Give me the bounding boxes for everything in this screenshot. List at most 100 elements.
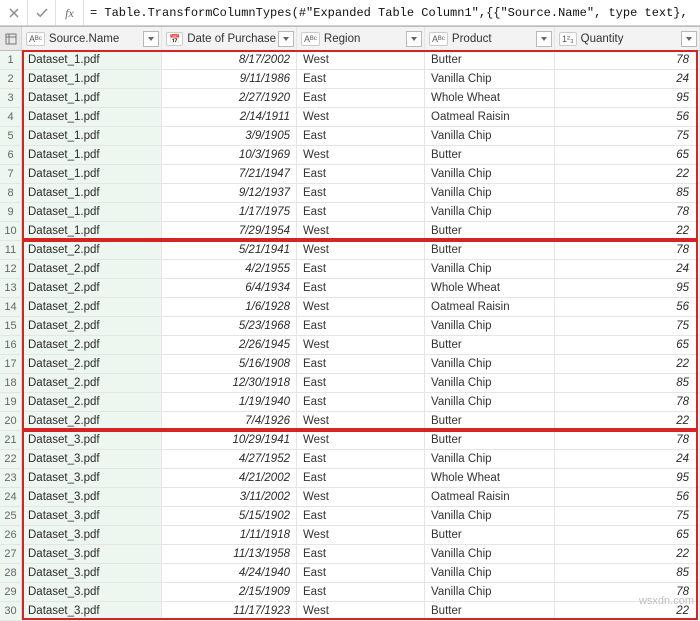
filter-button[interactable] (406, 31, 422, 47)
row-number[interactable]: 23 (0, 469, 22, 487)
cell-source[interactable]: Dataset_2.pdf (22, 317, 162, 335)
cell-region[interactable]: West (297, 526, 425, 544)
table-row[interactable]: 18Dataset_2.pdf12/30/1918EastVanilla Chi… (0, 374, 700, 393)
cell-source[interactable]: Dataset_3.pdf (22, 526, 162, 544)
row-number[interactable]: 14 (0, 298, 22, 316)
cell-product[interactable]: Vanilla Chip (425, 583, 555, 601)
cell-quantity[interactable]: 85 (555, 184, 700, 202)
table-row[interactable]: 13Dataset_2.pdf6/4/1934EastWhole Wheat95 (0, 279, 700, 298)
cell-product[interactable]: Whole Wheat (425, 279, 555, 297)
cell-region[interactable]: West (297, 412, 425, 430)
table-row[interactable]: 28Dataset_3.pdf4/24/1940EastVanilla Chip… (0, 564, 700, 583)
cell-date[interactable]: 5/15/1902 (162, 507, 297, 525)
cell-product[interactable]: Vanilla Chip (425, 393, 555, 411)
cell-date[interactable]: 5/16/1908 (162, 355, 297, 373)
cell-region[interactable]: East (297, 564, 425, 582)
cell-date[interactable]: 5/23/1968 (162, 317, 297, 335)
cell-product[interactable]: Vanilla Chip (425, 450, 555, 468)
table-row[interactable]: 30Dataset_3.pdf11/17/1923WestButter22 (0, 602, 700, 621)
cell-date[interactable]: 3/11/2002 (162, 488, 297, 506)
cell-quantity[interactable]: 22 (555, 602, 700, 620)
row-number[interactable]: 30 (0, 602, 22, 620)
cell-product[interactable]: Vanilla Chip (425, 165, 555, 183)
cell-quantity[interactable]: 22 (555, 412, 700, 430)
row-number[interactable]: 20 (0, 412, 22, 430)
cell-region[interactable]: East (297, 355, 425, 373)
table-row[interactable]: 24Dataset_3.pdf3/11/2002WestOatmeal Rais… (0, 488, 700, 507)
cell-region[interactable]: West (297, 298, 425, 316)
row-number[interactable]: 19 (0, 393, 22, 411)
table-row[interactable]: 5Dataset_1.pdf3/9/1905EastVanilla Chip75 (0, 127, 700, 146)
column-header-date[interactable]: 📅 Date of Purchase (162, 27, 297, 50)
cell-product[interactable]: Butter (425, 146, 555, 164)
row-number[interactable]: 11 (0, 241, 22, 259)
cell-product[interactable]: Oatmeal Raisin (425, 108, 555, 126)
cell-product[interactable]: Oatmeal Raisin (425, 298, 555, 316)
table-row[interactable]: 21Dataset_3.pdf10/29/1941WestButter78 (0, 431, 700, 450)
cell-quantity[interactable]: 24 (555, 70, 700, 88)
cell-region[interactable]: East (297, 70, 425, 88)
row-number[interactable]: 28 (0, 564, 22, 582)
cell-quantity[interactable]: 56 (555, 108, 700, 126)
cell-product[interactable]: Butter (425, 602, 555, 620)
cell-date[interactable]: 6/4/1934 (162, 279, 297, 297)
row-number[interactable]: 16 (0, 336, 22, 354)
table-row[interactable]: 27Dataset_3.pdf11/13/1958EastVanilla Chi… (0, 545, 700, 564)
row-number[interactable]: 8 (0, 184, 22, 202)
cell-quantity[interactable]: 78 (555, 241, 700, 259)
cell-date[interactable]: 12/30/1918 (162, 374, 297, 392)
cell-source[interactable]: Dataset_1.pdf (22, 184, 162, 202)
row-number[interactable]: 18 (0, 374, 22, 392)
cell-source[interactable]: Dataset_3.pdf (22, 488, 162, 506)
cell-quantity[interactable]: 22 (555, 165, 700, 183)
cell-region[interactable]: West (297, 336, 425, 354)
table-row[interactable]: 22Dataset_3.pdf4/27/1952EastVanilla Chip… (0, 450, 700, 469)
cell-region[interactable]: East (297, 507, 425, 525)
cell-date[interactable]: 2/14/1911 (162, 108, 297, 126)
cell-quantity[interactable]: 22 (555, 355, 700, 373)
cell-region[interactable]: East (297, 545, 425, 563)
table-row[interactable]: 17Dataset_2.pdf5/16/1908EastVanilla Chip… (0, 355, 700, 374)
cell-region[interactable]: East (297, 260, 425, 278)
row-number[interactable]: 7 (0, 165, 22, 183)
cell-quantity[interactable]: 95 (555, 469, 700, 487)
cell-date[interactable]: 1/17/1975 (162, 203, 297, 221)
cell-date[interactable]: 1/6/1928 (162, 298, 297, 316)
table-row[interactable]: 1Dataset_1.pdf8/17/2002WestButter78 (0, 51, 700, 70)
row-number[interactable]: 17 (0, 355, 22, 373)
cell-date[interactable]: 10/29/1941 (162, 431, 297, 449)
cell-region[interactable]: East (297, 127, 425, 145)
cell-quantity[interactable]: 75 (555, 507, 700, 525)
row-number[interactable]: 25 (0, 507, 22, 525)
cell-date[interactable]: 3/9/1905 (162, 127, 297, 145)
row-number[interactable]: 1 (0, 51, 22, 69)
row-number[interactable]: 22 (0, 450, 22, 468)
cell-source[interactable]: Dataset_1.pdf (22, 127, 162, 145)
cell-quantity[interactable]: 56 (555, 298, 700, 316)
cell-region[interactable]: East (297, 469, 425, 487)
cell-region[interactable]: West (297, 108, 425, 126)
cell-product[interactable]: Vanilla Chip (425, 70, 555, 88)
cell-date[interactable]: 9/11/1986 (162, 70, 297, 88)
cell-quantity[interactable]: 78 (555, 393, 700, 411)
cell-product[interactable]: Vanilla Chip (425, 260, 555, 278)
row-number[interactable]: 9 (0, 203, 22, 221)
table-row[interactable]: 11Dataset_2.pdf5/21/1941WestButter78 (0, 241, 700, 260)
row-number[interactable]: 10 (0, 222, 22, 240)
cell-product[interactable]: Butter (425, 526, 555, 544)
cell-date[interactable]: 11/13/1958 (162, 545, 297, 563)
cell-quantity[interactable]: 85 (555, 374, 700, 392)
cell-quantity[interactable]: 78 (555, 203, 700, 221)
cell-quantity[interactable]: 85 (555, 564, 700, 582)
cell-region[interactable]: East (297, 374, 425, 392)
cell-date[interactable]: 7/21/1947 (162, 165, 297, 183)
cell-region[interactable]: West (297, 51, 425, 69)
cell-region[interactable]: East (297, 165, 425, 183)
cell-region[interactable]: West (297, 241, 425, 259)
row-number[interactable]: 13 (0, 279, 22, 297)
cell-source[interactable]: Dataset_1.pdf (22, 165, 162, 183)
row-number[interactable]: 3 (0, 89, 22, 107)
formula-confirm-button[interactable] (28, 0, 56, 25)
column-header-quantity[interactable]: 1²₃ Quantity (555, 27, 700, 50)
row-number[interactable]: 21 (0, 431, 22, 449)
